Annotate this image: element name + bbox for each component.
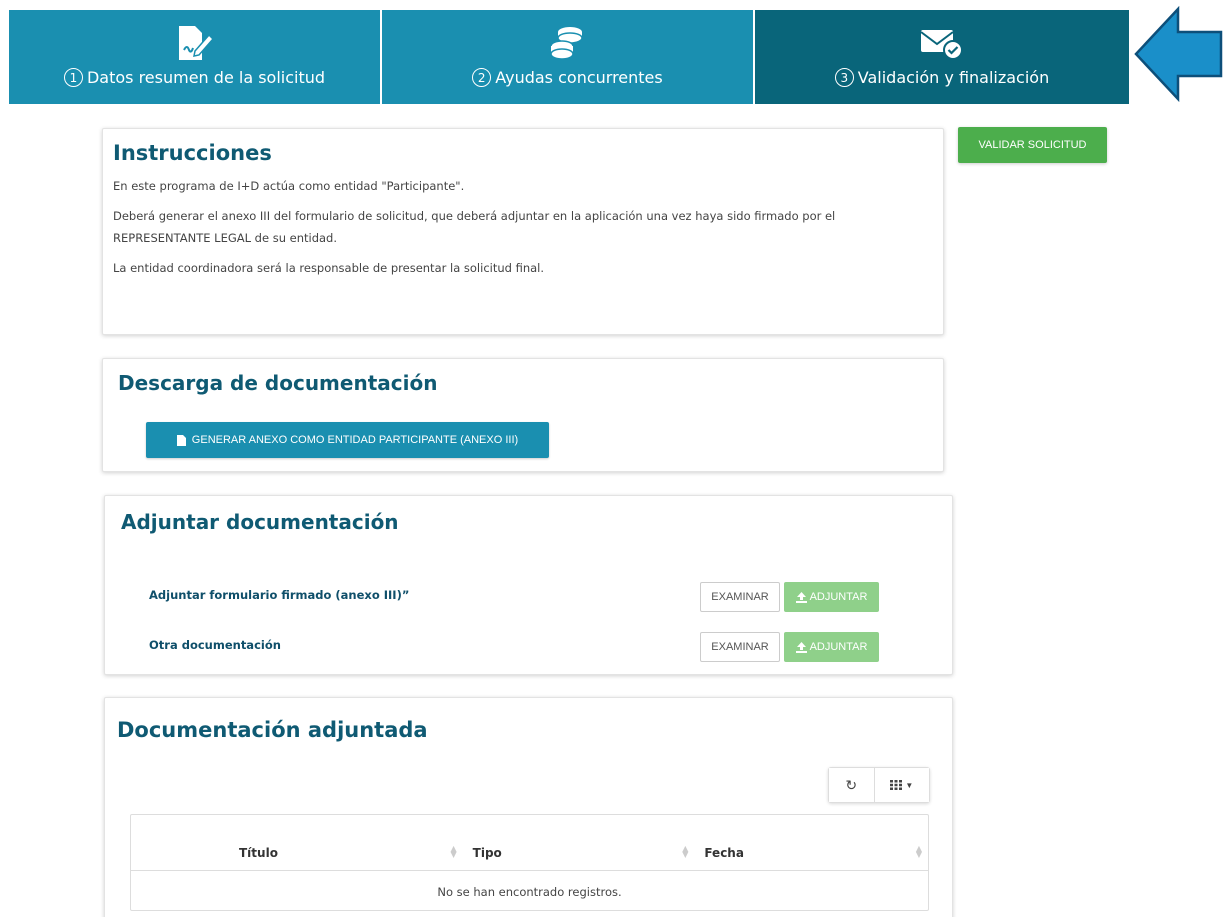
steps-bar: 1 Datos resumen de la solicitud 2 Ayudas…: [9, 10, 1129, 104]
column-header-fecha[interactable]: Fecha ▲ ▼: [694, 835, 928, 870]
adjuntar-button[interactable]: ADJUNTAR: [784, 632, 879, 662]
attach-label: Otra documentación: [149, 638, 281, 652]
step-number: 3: [834, 68, 854, 87]
column-header-tipo[interactable]: Tipo ▲ ▼: [463, 835, 695, 870]
examinar-button[interactable]: EXAMINAR: [700, 582, 780, 612]
step-label: Validación y finalización: [857, 68, 1050, 87]
step-number: 1: [63, 68, 83, 87]
documentacion-adjuntada-panel: Documentación adjuntada ↻ ▼ Título ▲ ▼ Ti…: [104, 697, 953, 917]
refresh-button[interactable]: ↻: [829, 768, 874, 802]
step-label: Ayudas concurrentes: [495, 68, 663, 87]
table-toolbar: ↻ ▼: [828, 767, 930, 803]
table-header: Título ▲ ▼ Tipo ▲ ▼ Fecha ▲ ▼: [131, 835, 928, 871]
caret-down-icon: ▼: [905, 780, 914, 790]
pointer-arrow-icon: [1134, 6, 1223, 103]
sort-icon: ▲ ▼: [450, 844, 457, 859]
examinar-button[interactable]: EXAMINAR: [700, 632, 780, 662]
instruction-text: En este programa de I+D actúa como entid…: [113, 179, 465, 193]
sort-icon: ▲ ▼: [915, 844, 923, 859]
column-label: Tipo: [472, 845, 502, 860]
instrucciones-panel: Instrucciones En este programa de I+D ac…: [102, 128, 944, 335]
upload-icon: [795, 591, 807, 603]
sort-icon: ▲ ▼: [682, 844, 689, 859]
coins-icon: [548, 24, 588, 62]
generar-anexo-button[interactable]: GENERAR ANEXO COMO ENTIDAD PARTICIPANTE …: [146, 422, 549, 458]
panel-title: Adjuntar documentación: [121, 510, 399, 534]
signed-document-icon: [175, 24, 215, 62]
envelope-check-icon: [919, 24, 965, 62]
instruction-text: Deberá generar el anexo III del formular…: [113, 209, 836, 245]
panel-title: Descarga de documentación: [118, 371, 438, 395]
validar-solicitud-button[interactable]: VALIDAR SOLICITUD: [958, 127, 1107, 163]
grid-icon: [890, 780, 903, 790]
column-header-titulo[interactable]: Título ▲ ▼: [131, 835, 463, 870]
file-icon: [176, 434, 186, 446]
refresh-icon: ↻: [845, 776, 858, 793]
documents-table: Título ▲ ▼ Tipo ▲ ▼ Fecha ▲ ▼ No se han enc…: [130, 814, 929, 911]
adjuntar-panel: Adjuntar documentación Adjuntar formular…: [104, 495, 953, 675]
column-label: Título: [239, 845, 278, 860]
step-validacion-finalizacion[interactable]: 3 Validación y finalización: [755, 10, 1129, 104]
descarga-panel: Descarga de documentación GENERAR ANEXO …: [102, 358, 944, 472]
step-label: Datos resumen de la solicitud: [86, 68, 326, 87]
panel-title: Documentación adjuntada: [117, 718, 428, 742]
column-label: Fecha: [704, 845, 744, 860]
step-ayudas-concurrentes[interactable]: 2 Ayudas concurrentes: [382, 10, 755, 104]
attach-label: Adjuntar formulario firmado (anexo III)”: [149, 588, 410, 602]
attach-row: Adjuntar formulario firmado (anexo III)”…: [149, 582, 879, 612]
attach-row: Otra documentación EXAMINAR ADJUNTAR: [149, 632, 879, 662]
button-label: ADJUNTAR: [809, 641, 868, 653]
instruction-text: La entidad coordinadora será la responsa…: [113, 261, 545, 275]
button-label: GENERAR ANEXO COMO ENTIDAD PARTICIPANTE …: [191, 434, 519, 446]
upload-icon: [795, 641, 807, 653]
empty-table-message: No se han encontrado registros.: [437, 885, 622, 899]
panel-title: Instrucciones: [113, 141, 272, 165]
adjuntar-button[interactable]: ADJUNTAR: [784, 582, 879, 612]
button-label: ADJUNTAR: [809, 591, 868, 603]
columns-toggle-button[interactable]: ▼: [873, 768, 929, 802]
step-number: 2: [472, 68, 492, 87]
step-datos-resumen[interactable]: 1 Datos resumen de la solicitud: [9, 10, 382, 104]
